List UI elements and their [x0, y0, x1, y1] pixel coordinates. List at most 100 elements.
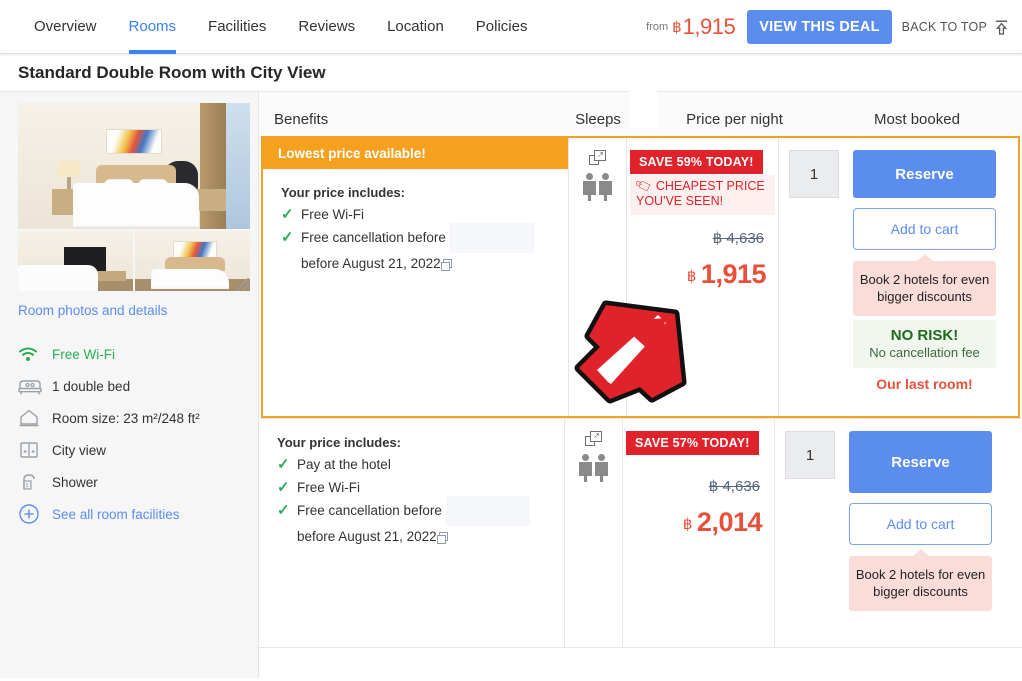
facility-label-see-all: See all room facilities	[52, 506, 180, 522]
thumb2-bed	[151, 269, 229, 289]
row1-sleeps-cell: ↗	[569, 138, 627, 416]
tab-location[interactable]: Location	[371, 0, 460, 54]
save-badge: SAVE 57% TODAY!	[626, 431, 759, 455]
check-icon: ✓	[281, 206, 294, 223]
row1-old-price: ฿ 4,636	[712, 230, 764, 247]
row1-booking-cell: 1 Reserve Add to cart Book 2 hotels for …	[779, 138, 1018, 416]
nav-deal-group: from ฿ 1,915 VIEW THIS DEAL BACK TO TOP	[646, 0, 1010, 54]
last-room-warning: Our last room!	[876, 376, 973, 392]
currency-symbol: ฿	[686, 268, 697, 285]
reserve-button[interactable]: Reserve	[849, 431, 992, 493]
tab-facilities-label: Facilities	[208, 18, 267, 35]
back-to-top-button[interactable]: BACK TO TOP	[902, 19, 1010, 36]
facility-label-wifi: Free Wi-Fi	[52, 346, 115, 362]
facility-row-shower: Shower	[18, 466, 258, 498]
room-photos-and-details-link[interactable]: Room photos and details	[18, 303, 258, 318]
nav-tab-list: Overview Rooms Facilities Reviews Locati…	[0, 0, 543, 54]
facility-label-shower: Shower	[52, 474, 98, 490]
tab-reviews[interactable]: Reviews	[282, 0, 371, 54]
room-sidebar: Room photos and details Free Wi-Fi 1 dou…	[0, 92, 259, 678]
row1-include-item: ✓ Free cancellation before	[263, 223, 568, 253]
person-icon	[579, 454, 592, 482]
room-photo-thumbnails	[18, 231, 250, 291]
row2-cancellation-date-text: before August 21, 2022	[297, 529, 437, 544]
facility-label-city-view: City view	[52, 442, 107, 458]
bundle-discount-promo: Book 2 hotels for even bigger discounts	[853, 254, 996, 316]
page-title: Standard Double Room with City View	[18, 62, 326, 82]
row2-include-item: ✓ Pay at the hotel	[259, 456, 564, 479]
row2-new-price-amount: 2,014	[696, 507, 763, 537]
save-badge: SAVE 59% TODAY!	[630, 150, 763, 174]
facility-row-city-view: City view	[18, 434, 258, 466]
tab-overview-label: Overview	[34, 18, 97, 35]
open-in-new-window-icon[interactable]: ↗	[589, 150, 606, 165]
row2-price-cell: SAVE 57% TODAY! ฿ 4,636 ฿ 2,014	[623, 419, 775, 647]
table-row: Your price includes: ✓ Pay at the hotel …	[259, 418, 1022, 648]
row2-include-item: ✓ Free cancellation before	[259, 496, 564, 526]
no-risk-subtitle: No cancellation fee	[869, 345, 980, 360]
facility-row-bed: 1 double bed	[18, 370, 258, 402]
add-to-cart-button[interactable]: Add to cart	[853, 208, 996, 250]
facility-row-wifi: Free Wi-Fi	[18, 338, 258, 370]
facility-label-room-size: Room size: 23 m²/248 ft²	[52, 410, 200, 426]
view-this-deal-button[interactable]: VIEW THIS DEAL	[747, 10, 892, 44]
check-icon: ✓	[277, 502, 290, 519]
tab-location-label: Location	[387, 18, 444, 35]
column-header-sleeps: Sleeps	[575, 111, 621, 128]
row1-include-label-1: Free Wi-Fi	[301, 207, 364, 222]
photo-wall-art	[106, 129, 162, 154]
reserve-button[interactable]: Reserve	[853, 150, 996, 198]
row2-include-label-3: Free cancellation before	[297, 496, 530, 526]
room-thumbnail-1[interactable]	[18, 231, 133, 291]
add-to-cart-button[interactable]: Add to cart	[849, 503, 992, 545]
room-detail-main: Room photos and details Free Wi-Fi 1 dou…	[0, 84, 1022, 678]
guests-icon	[569, 173, 626, 201]
row1-cancellation-date-text: before August 21, 2022	[301, 256, 441, 271]
row2-includes-title: Your price includes:	[277, 435, 402, 450]
see-all-room-facilities-button[interactable]: See all room facilities	[18, 498, 258, 530]
room-main-photo[interactable]	[18, 103, 250, 229]
tab-policies-label: Policies	[475, 18, 528, 35]
rates-table-header-row: Benefits Sleeps Price per night Most boo…	[259, 84, 1022, 136]
currency-symbol: ฿	[672, 19, 682, 36]
cheapest-price-text: CHEAPEST PRICE YOU'VE SEEN!	[636, 179, 765, 208]
column-header-price-per-night: Price per night	[686, 111, 783, 128]
tab-overview[interactable]: Overview	[18, 0, 113, 54]
photo-bed	[73, 183, 199, 227]
column-header-most-booked: Most booked	[874, 111, 960, 128]
lowest-price-banner: Lowest price available!	[263, 138, 568, 169]
person-icon	[599, 173, 612, 201]
guests-icon	[565, 454, 622, 482]
column-header-spacer	[629, 84, 657, 128]
currency-symbol: ฿	[682, 516, 693, 533]
open-in-new-window-icon[interactable]: ↗	[585, 431, 602, 446]
check-icon: ✓	[281, 229, 294, 246]
check-icon: ✓	[277, 479, 290, 496]
tab-facilities[interactable]: Facilities	[192, 0, 282, 54]
room-size-icon	[18, 408, 52, 428]
open-in-new-window-icon[interactable]	[436, 532, 448, 544]
facility-row-room-size: Room size: 23 m²/248 ft²	[18, 402, 258, 434]
room-thumbnail-2[interactable]	[135, 231, 250, 291]
row2-old-price: ฿ 4,636	[708, 478, 760, 495]
row2-benefits-cell: Your price includes: ✓ Pay at the hotel …	[259, 419, 565, 647]
person-icon	[583, 173, 596, 201]
column-header-benefits: Benefits	[274, 111, 329, 128]
resize-grip-icon[interactable]	[237, 278, 249, 290]
from-label: from	[646, 21, 669, 33]
bed-icon	[18, 377, 52, 395]
tab-reviews-label: Reviews	[298, 18, 356, 35]
check-icon: ✓	[277, 456, 290, 473]
quantity-stepper[interactable]: 1	[785, 431, 835, 479]
row1-new-price: ฿ 1,915	[627, 247, 778, 290]
table-row: Lowest price available! Your price inclu…	[261, 136, 1020, 418]
room-title-bar: Standard Double Room with City View	[0, 54, 1022, 92]
open-in-new-window-icon[interactable]	[440, 259, 452, 271]
row1-includes-title: Your price includes:	[281, 185, 406, 200]
row2-sleeps-cell: ↗	[565, 419, 623, 647]
row2-cancellation-date: before August 21, 2022	[259, 525, 564, 544]
tab-rooms[interactable]: Rooms	[113, 0, 193, 54]
quantity-stepper[interactable]: 1	[789, 150, 839, 198]
tab-policies[interactable]: Policies	[460, 0, 544, 54]
room-facility-list: Free Wi-Fi 1 double bed Room size: 23 m²…	[18, 338, 258, 530]
